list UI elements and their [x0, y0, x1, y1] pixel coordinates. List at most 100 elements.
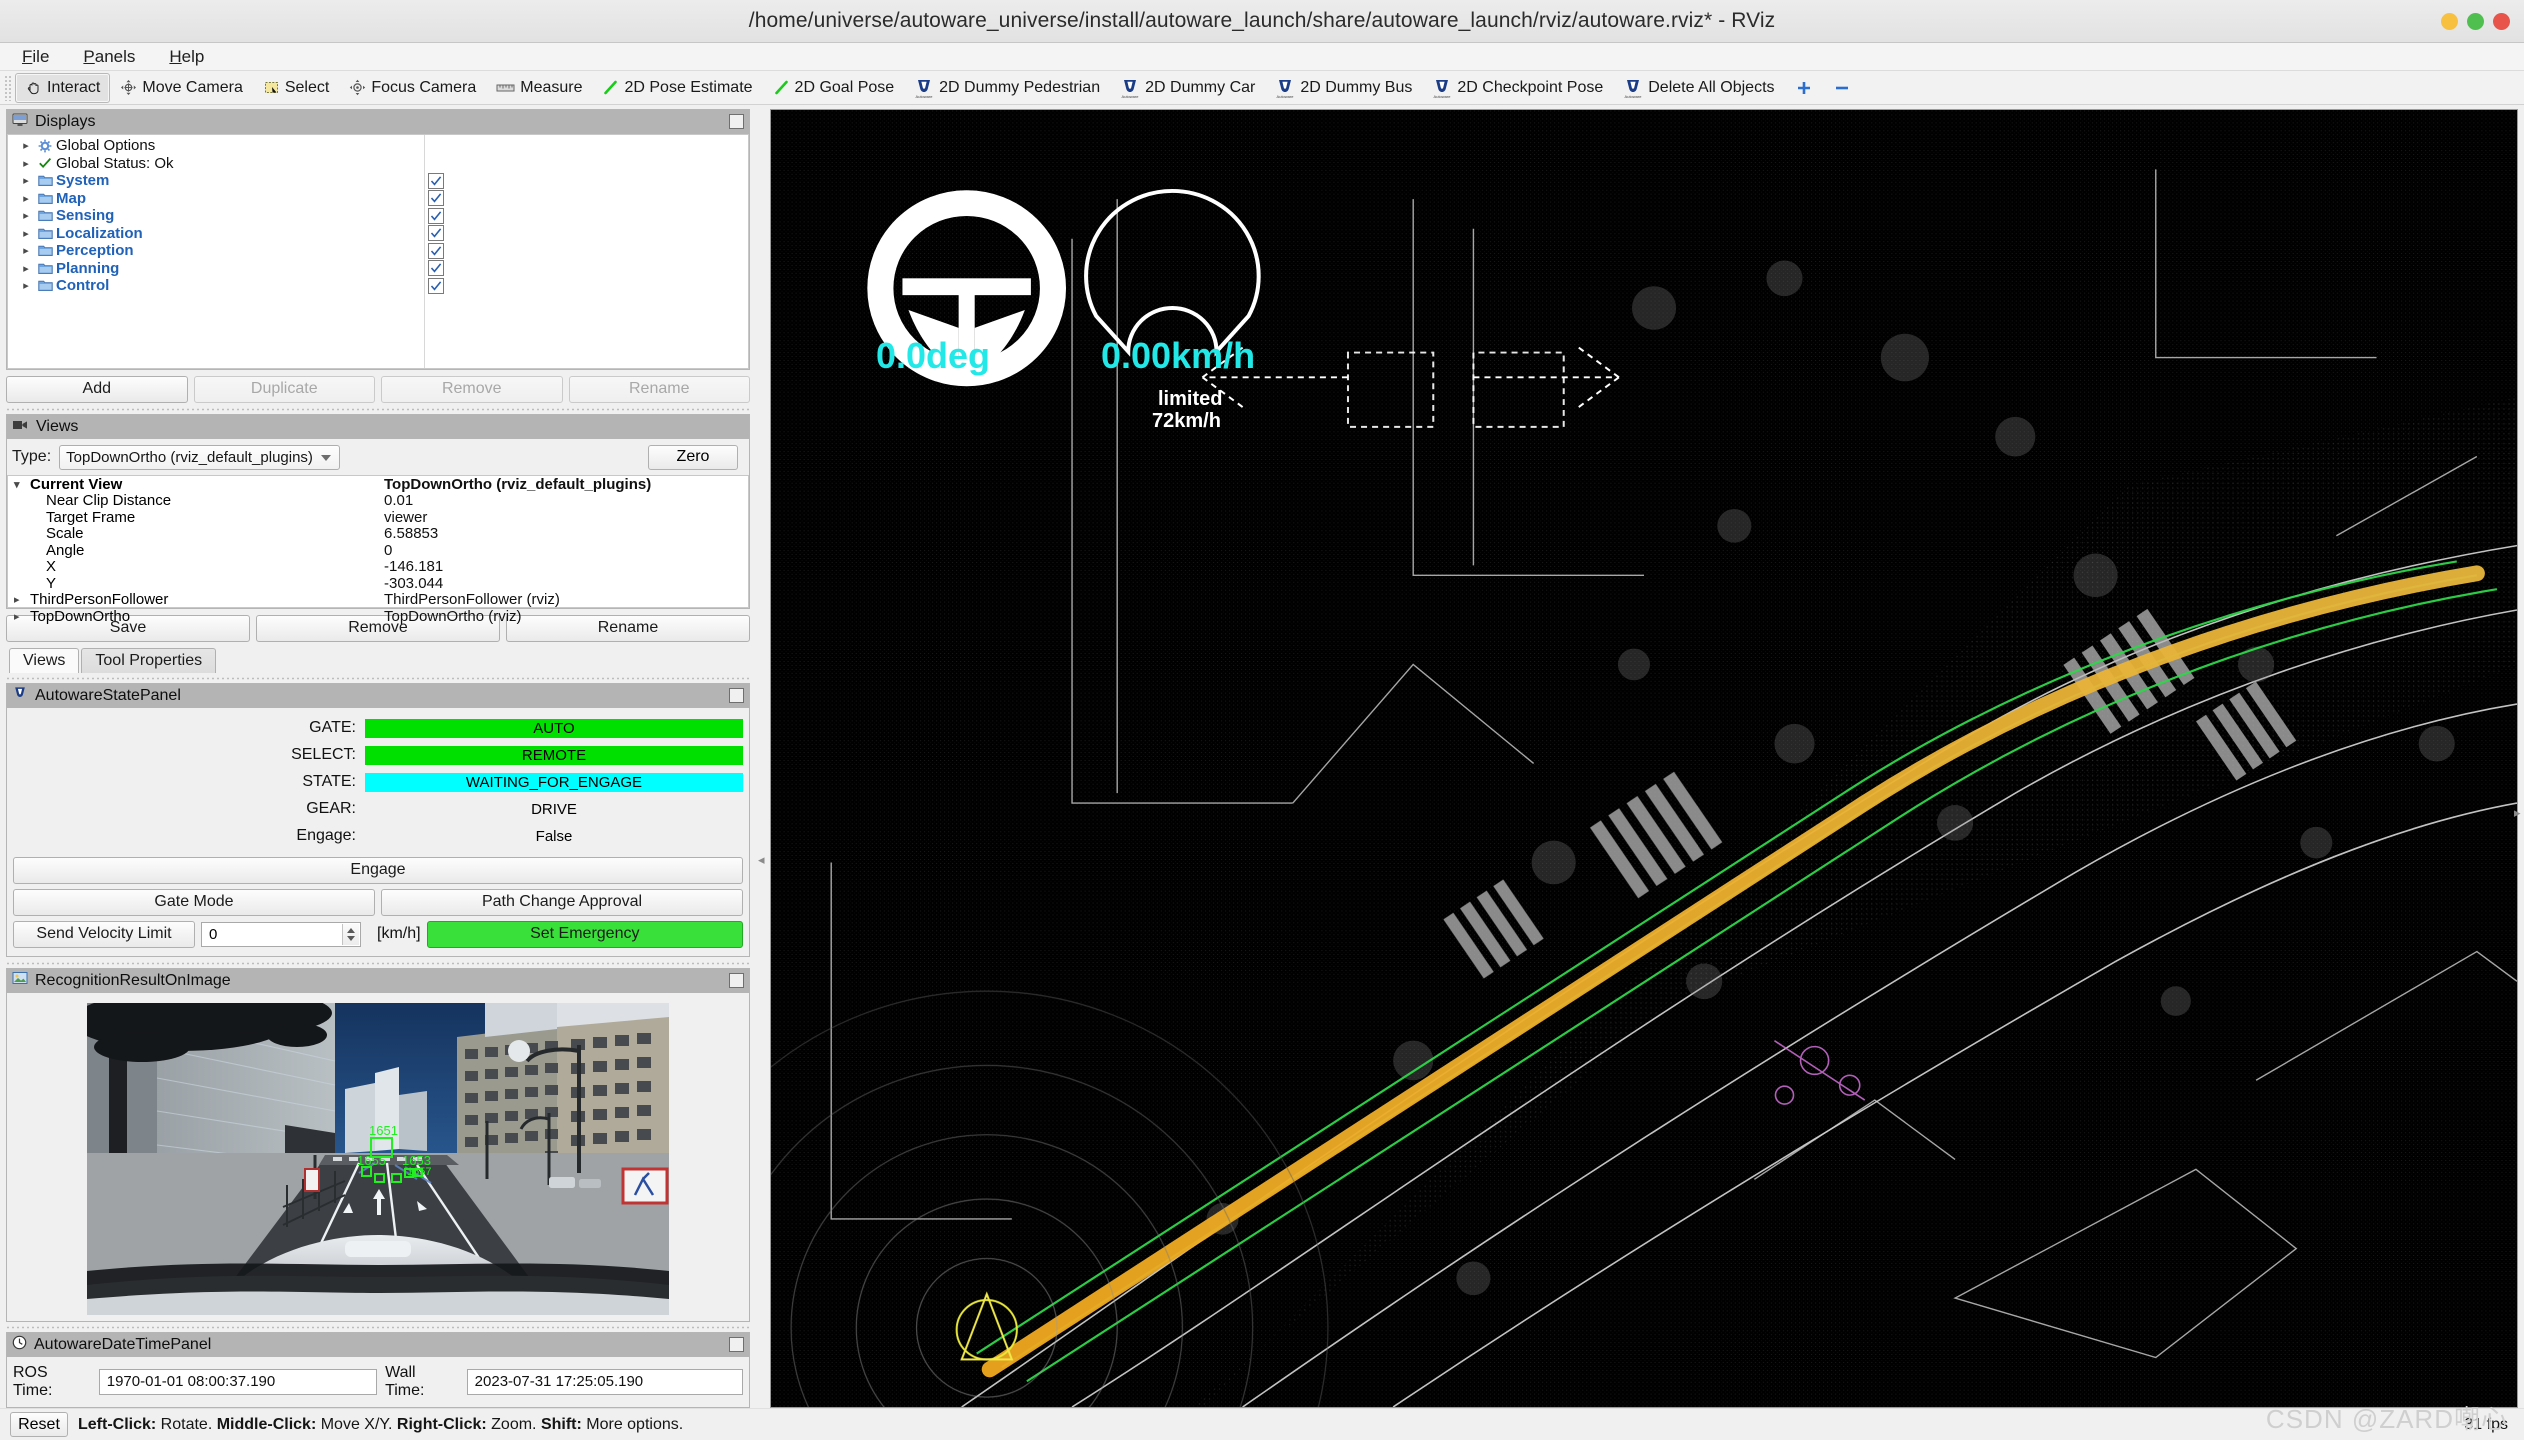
state-status-badge: WAITING_FOR_ENGAGE — [365, 772, 743, 792]
dock-splitter[interactable]: ◂ — [756, 105, 770, 1408]
menu-panels[interactable]: Panels — [79, 45, 139, 69]
collapse-twisty-icon[interactable]: ▾ — [14, 478, 30, 491]
tool-2d-dummy-bus[interactable]: Autoware 2D Dummy Bus — [1265, 73, 1422, 103]
expand-twisty-icon[interactable]: ▸ — [18, 192, 34, 205]
zero-view-button[interactable]: Zero — [648, 444, 738, 470]
stepper-arrows[interactable] — [342, 923, 359, 945]
tool-measure[interactable]: Measure — [486, 73, 592, 103]
close-button[interactable] — [2493, 13, 2510, 30]
display-checkbox[interactable] — [428, 260, 444, 277]
expand-twisty-icon[interactable]: ▸ — [18, 139, 34, 152]
expand-twisty-icon[interactable]: ▸ — [18, 209, 34, 222]
reset-button[interactable]: Reset — [10, 1412, 68, 1437]
display-row-control[interactable]: ▸ Control — [8, 277, 748, 295]
view-property-row[interactable]: Angle 0 — [8, 542, 748, 559]
display-row-global-status[interactable]: ▸ Global Status: Ok — [8, 155, 748, 173]
display-checkbox[interactable] — [428, 242, 444, 259]
dock-resize-handle[interactable] — [6, 1323, 750, 1332]
view-properties-list[interactable]: ▾ Current View TopDownOrtho (rviz_default… — [7, 474, 749, 625]
view-type-select[interactable]: TopDownOrtho (rviz_default_plugins) — [59, 444, 341, 470]
tab-views[interactable]: Views — [9, 647, 80, 673]
hand-icon — [25, 79, 42, 96]
rename-display-button[interactable]: Rename — [568, 375, 750, 403]
state-panel-float-button[interactable] — [729, 687, 744, 703]
datetime-float-button[interactable] — [729, 1336, 744, 1352]
path-change-approval-button[interactable]: Path Change Approval — [381, 888, 743, 916]
tool-2d-dummy-car[interactable]: Autoware 2D Dummy Car — [1110, 73, 1265, 103]
tool-select[interactable]: Select — [253, 73, 339, 103]
expand-twisty-icon[interactable]: ▸ — [14, 593, 30, 606]
recognition-float-button[interactable] — [729, 972, 744, 988]
remove-display-button[interactable]: Remove — [381, 375, 563, 403]
add-display-button[interactable]: Add — [6, 375, 188, 403]
velocity-limit-stepper[interactable]: 0 — [201, 921, 361, 947]
expand-twisty-icon[interactable]: ▸ — [18, 262, 34, 275]
collapse-left-dock-icon[interactable]: ◂ — [758, 853, 767, 867]
display-row-planning[interactable]: ▸ Planning — [8, 260, 748, 278]
tool-2d-goal-pose[interactable]: 2D Goal Pose — [763, 73, 905, 103]
dock-resize-handle[interactable] — [6, 674, 750, 683]
display-checkbox[interactable] — [428, 207, 444, 224]
view-property-value: ThirdPersonFollower (rviz) — [384, 591, 560, 608]
display-checkbox[interactable] — [428, 190, 444, 207]
expand-twisty-icon[interactable]: ▸ — [18, 279, 34, 292]
dock-resize-handle[interactable] — [6, 959, 750, 968]
view-property-row[interactable]: Target Frame viewer — [8, 509, 748, 526]
left-dock-column: Displays ▸ Global Options ▸ Global Statu… — [0, 105, 756, 1408]
display-checkbox[interactable] — [428, 225, 444, 242]
tool-focus-camera[interactable]: Focus Camera — [339, 73, 486, 103]
display-row-system[interactable]: ▸ System — [8, 172, 748, 190]
add-tool-button[interactable] — [1785, 73, 1823, 103]
dock-resize-handle[interactable] — [6, 405, 750, 414]
display-row-map[interactable]: ▸ Map — [8, 190, 748, 208]
display-checkbox[interactable] — [428, 277, 444, 294]
stepper-up-icon[interactable] — [347, 927, 355, 933]
toolbar-grip[interactable] — [4, 74, 12, 101]
remove-tool-button[interactable] — [1823, 73, 1861, 103]
view-property-row[interactable]: X -146.181 — [8, 558, 748, 575]
duplicate-display-button[interactable]: Duplicate — [193, 375, 375, 403]
menu-file[interactable]: File — [18, 45, 53, 69]
expand-twisty-icon[interactable]: ▸ — [18, 174, 34, 187]
expand-twisty-icon[interactable]: ▸ — [18, 227, 34, 240]
view-property-row[interactable]: Y -303.044 — [8, 575, 748, 592]
view-property-row[interactable]: Scale 6.58853 — [8, 525, 748, 542]
title-bar: /home/universe/autoware_universe/install… — [0, 0, 2524, 43]
minimize-button[interactable] — [2441, 13, 2458, 30]
displays-button-row: Add Duplicate Remove Rename — [6, 375, 750, 403]
stepper-down-icon[interactable] — [347, 935, 355, 941]
maximize-button[interactable] — [2467, 13, 2484, 30]
send-velocity-limit-button[interactable]: Send Velocity Limit — [13, 920, 195, 948]
tool-2d-checkpoint-pose[interactable]: Autoware 2D Checkpoint Pose — [1422, 73, 1613, 103]
tool-2d-dummy-pedestrian[interactable]: Autoware 2D Dummy Pedestrian — [904, 73, 1110, 103]
engage-button[interactable]: Engage — [13, 856, 743, 884]
display-row-localization[interactable]: ▸ Localization — [8, 225, 748, 243]
display-row-global-options[interactable]: ▸ Global Options — [8, 137, 748, 155]
view-property-row[interactable]: Near Clip Distance 0.01 — [8, 492, 748, 509]
tool-2d-pose-estimate[interactable]: 2D Pose Estimate — [592, 73, 762, 103]
tool-interact-label: Interact — [47, 78, 101, 96]
tool-2d-dummy-bus-label: 2D Dummy Bus — [1300, 78, 1413, 96]
tab-tool-properties[interactable]: Tool Properties — [81, 647, 217, 673]
3d-render-view[interactable]: 0.0deg 0.00km/h limited 72km/h — [770, 109, 2518, 1408]
expand-twisty-icon[interactable]: ▸ — [18, 157, 34, 170]
menu-help[interactable]: Help — [165, 45, 208, 69]
collapse-right-dock-icon[interactable]: ▸ — [2514, 805, 2524, 820]
set-emergency-button[interactable]: Set Emergency — [426, 920, 743, 948]
expand-twisty-icon[interactable]: ▸ — [18, 244, 34, 257]
view-property-row[interactable]: ▸ ThirdPersonFollower ThirdPersonFollower… — [8, 591, 748, 608]
display-row-perception[interactable]: ▸ Perception — [8, 242, 748, 260]
displays-tree[interactable]: ▸ Global Options ▸ Global Status: Ok ▸ S… — [7, 134, 749, 369]
tool-move-camera[interactable]: Move Camera — [110, 73, 252, 103]
gate-mode-button[interactable]: Gate Mode — [13, 888, 375, 916]
view-property-row[interactable]: ▸ TopDownOrtho TopDownOrtho (rviz) — [8, 608, 748, 625]
ros-time-field[interactable]: 1970-01-01 08:00:37.190 — [98, 1368, 378, 1395]
display-checkbox[interactable] — [428, 172, 444, 189]
wall-time-field[interactable]: 2023-07-31 17:25:05.190 — [466, 1368, 743, 1395]
expand-twisty-icon[interactable]: ▸ — [14, 610, 30, 623]
view-property-row[interactable]: ▾ Current View TopDownOrtho (rviz_default… — [8, 476, 748, 493]
displays-float-button[interactable] — [729, 114, 744, 129]
tool-delete-all-objects[interactable]: Autoware Delete All Objects — [1613, 73, 1784, 103]
tool-interact[interactable]: Interact — [15, 72, 111, 103]
display-row-sensing[interactable]: ▸ Sensing — [8, 207, 748, 225]
